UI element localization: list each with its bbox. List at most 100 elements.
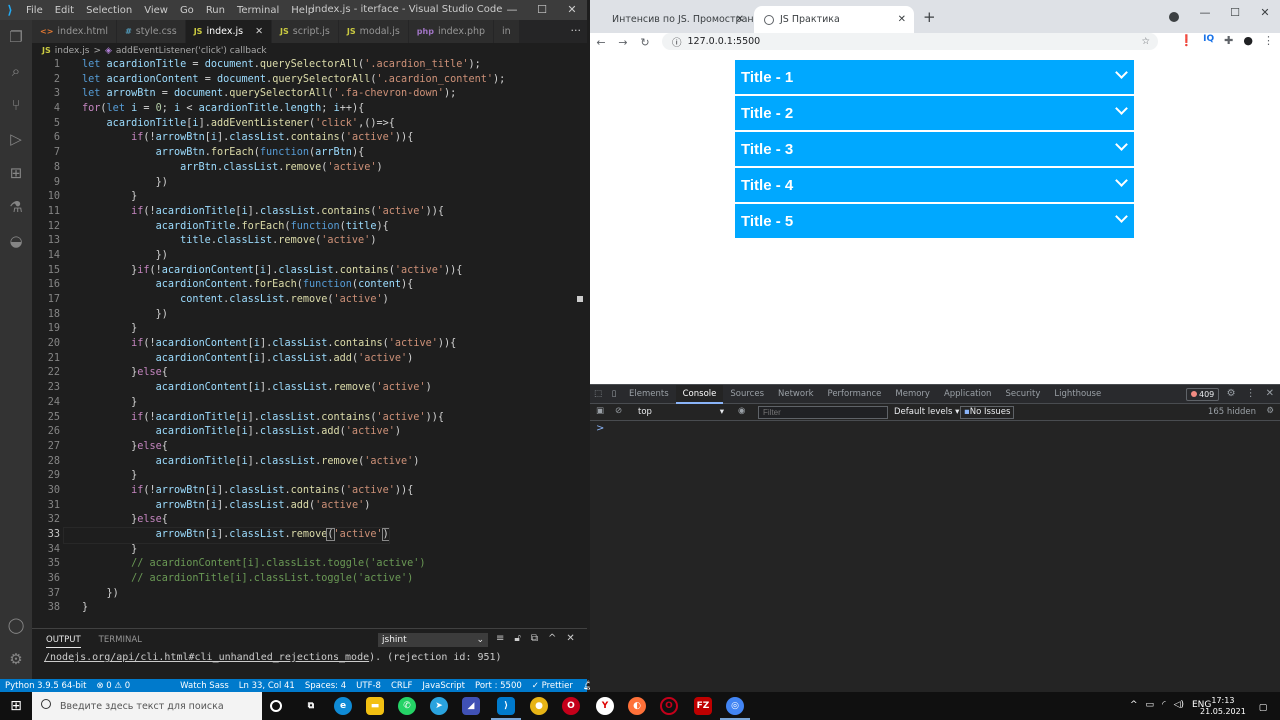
close-panel-icon[interactable]: ✕ (566, 633, 574, 644)
file-explorer-icon[interactable]: ▬ (366, 697, 384, 715)
status-spaces[interactable]: Spaces: 4 (300, 681, 351, 691)
settings-gear-icon[interactable]: ⚙ (1227, 388, 1236, 399)
taskbar-clock[interactable]: 17:13 21.05.2021 (1200, 695, 1246, 717)
status-watch-sass[interactable]: Watch Sass (175, 681, 234, 691)
code-line[interactable]: 3 let arrowBtn = document.querySelectorAl… (32, 87, 580, 102)
tab-index-html[interactable]: <> index.html (32, 20, 118, 43)
code-editor[interactable]: 1 let acardionTitle = document.querySelec… (32, 58, 580, 628)
code-line[interactable]: 30 if(!arrowBtn[i].classList.contains('a… (32, 484, 580, 499)
extensions-puzzle-icon[interactable]: ✚ (1224, 34, 1233, 47)
code-line[interactable]: 22 }else{ (32, 366, 580, 381)
docker-icon[interactable]: ◒ (0, 224, 32, 258)
new-tab-button[interactable]: + (923, 8, 936, 26)
code-line[interactable]: 15 }if(!acardionContent[i].classList.con… (32, 264, 580, 279)
close-devtools-icon[interactable]: ✕ (1266, 388, 1274, 399)
code-line[interactable]: 24 } (32, 396, 580, 411)
chevron-up-icon[interactable]: ^ (548, 633, 556, 644)
code-line[interactable]: 26 acardionTitle[i].classList.add('activ… (32, 425, 580, 440)
address-bar[interactable]: ⓘ 127.0.0.1:5500 ☆ (662, 33, 1158, 50)
code-line[interactable]: 25 if(!acardionTitle[i].classList.contai… (32, 411, 580, 426)
breadcrumb-file[interactable]: index.js (55, 46, 90, 56)
devtools-tab-memory[interactable]: Memory (888, 385, 937, 404)
devtools-tab-application[interactable]: Application (937, 385, 999, 404)
reload-icon[interactable]: ↻ (634, 36, 656, 49)
close-tab-icon[interactable]: ✕ (736, 14, 744, 25)
log-levels-select[interactable]: Default levels ▾ (894, 407, 959, 417)
chevron-down-icon[interactable] (1115, 210, 1128, 223)
code-line[interactable]: 1 let acardionTitle = document.querySelec… (32, 58, 580, 73)
code-line[interactable]: 38} (32, 601, 580, 616)
code-line[interactable]: 6 if(!arrowBtn[i].classList.contains('ac… (32, 131, 580, 146)
code-line[interactable]: 20 if(!acardionContent[i].classList.cont… (32, 337, 580, 352)
tab-modal-js[interactable]: JS modal.js (338, 20, 409, 43)
browser-tab-practice[interactable]: JS Практика ✕ (754, 6, 914, 33)
live-expression-eye-icon[interactable]: ◉ (738, 406, 745, 416)
yandex-icon[interactable]: Y (596, 697, 614, 715)
browser-menu-icon[interactable]: ⋮ (1263, 34, 1274, 47)
code-line[interactable]: 13 title.classList.remove('active') (32, 234, 580, 249)
code-line[interactable]: 35 // acardionContent[i].classList.toggl… (32, 557, 580, 572)
filezilla-icon[interactable]: FZ (694, 697, 712, 715)
code-line[interactable]: 31 arrowBtn[i].classList.add('active') (32, 499, 580, 514)
maximize-icon[interactable]: ☐ (527, 0, 557, 20)
code-line[interactable]: 16 acardionContent.forEach(function(cont… (32, 278, 580, 293)
code-line[interactable]: 21 acardionContent[i].classList.add('act… (32, 352, 580, 367)
media-record-icon[interactable] (1169, 12, 1179, 22)
open-editor-icon[interactable]: ⧉ (531, 633, 538, 644)
console-prompt[interactable]: > (596, 423, 604, 434)
code-line[interactable]: 4 for(let i = 0; i < acardionTitle.length… (32, 102, 580, 117)
error-count-badge[interactable]: 409 (1186, 388, 1220, 401)
code-line[interactable]: 2 let acardionContent = document.querySel… (32, 73, 580, 88)
accordion-title-4[interactable]: Title - 4 (735, 168, 1134, 202)
taskbar-search[interactable]: Введите здесь текст для поиска (32, 692, 262, 720)
close-icon[interactable]: ✕ (1250, 0, 1280, 26)
tab-script-js[interactable]: JS script.js (272, 20, 339, 43)
settings-gear-icon[interactable]: ⚙ (0, 642, 32, 676)
accordion-title-1[interactable]: Title - 1 (735, 60, 1134, 94)
code-line[interactable]: 9 }) (32, 176, 580, 191)
run-debug-icon[interactable]: ▷ (0, 122, 32, 156)
code-line[interactable]: 17 content.classList.remove('active') (32, 293, 580, 308)
telegram-icon[interactable]: ➤ (430, 697, 448, 715)
device-toolbar-icon[interactable]: ▯ (606, 389, 622, 399)
close-tab-icon[interactable]: ✕ (898, 14, 906, 25)
code-line-current[interactable]: 33 arrowBtn[i].classList.remove('active'… (32, 527, 580, 544)
task-view-icon[interactable]: ⧉ (302, 697, 320, 715)
devtools-tab-lighthouse[interactable]: Lighthouse (1047, 385, 1108, 404)
accordion-title-3[interactable]: Title - 3 (735, 132, 1134, 166)
back-arrow-icon[interactable]: ← (590, 36, 612, 49)
breadcrumb-symbol[interactable]: addEventListener('click') callback (116, 46, 267, 56)
code-line[interactable]: 18 }) (32, 308, 580, 323)
output-channel-select[interactable]: jshint ⌄ (378, 633, 488, 647)
testing-icon[interactable]: ⚗ (0, 190, 32, 224)
menu-selection[interactable]: Selection (80, 5, 138, 16)
source-control-icon[interactable]: ⑂ (0, 88, 32, 122)
account-icon[interactable]: ◯ (0, 608, 32, 642)
extensions-icon[interactable]: ⊞ (0, 156, 32, 190)
console-filter-input[interactable] (758, 406, 888, 419)
devtools-tab-performance[interactable]: Performance (821, 385, 889, 404)
lock-icon[interactable]: 🔓︎ (514, 633, 520, 644)
chevron-down-icon[interactable] (1115, 138, 1128, 151)
tab-terminal[interactable]: TERMINAL (99, 635, 142, 648)
network-icon[interactable]: ▭ (1146, 700, 1155, 710)
status-prettier[interactable]: ✓ Prettier (527, 681, 578, 691)
tab-index-php[interactable]: php index.php (408, 20, 495, 43)
colorful-app-icon[interactable]: ● (530, 697, 548, 715)
inspect-element-icon[interactable]: ⬚ (590, 389, 606, 399)
code-line[interactable]: 27 }else{ (32, 440, 580, 455)
context-select[interactable]: top ▾ (638, 407, 724, 417)
code-line[interactable]: 11 if(!acardionTitle[i].classList.contai… (32, 205, 580, 220)
close-icon[interactable]: ✕ (557, 0, 587, 20)
opera-icon[interactable]: O (562, 697, 580, 715)
more-options-icon[interactable]: ⋮ (1246, 388, 1256, 399)
status-problems[interactable]: ⊗ 0 ⚠ 0 (91, 681, 135, 691)
menu-run[interactable]: Run (200, 5, 231, 16)
status-python[interactable]: Python 3.9.5 64-bit (0, 681, 91, 691)
code-line[interactable]: 37 }) (32, 587, 580, 602)
vscode-taskbar-icon[interactable]: ⟩ (491, 697, 521, 720)
devtools-tab-console[interactable]: Console (675, 384, 724, 404)
tab-overflow[interactable]: in (494, 20, 520, 43)
devtools-tab-sources[interactable]: Sources (723, 385, 771, 404)
code-line[interactable]: 8 arrBtn.classList.remove('active') (32, 161, 580, 176)
